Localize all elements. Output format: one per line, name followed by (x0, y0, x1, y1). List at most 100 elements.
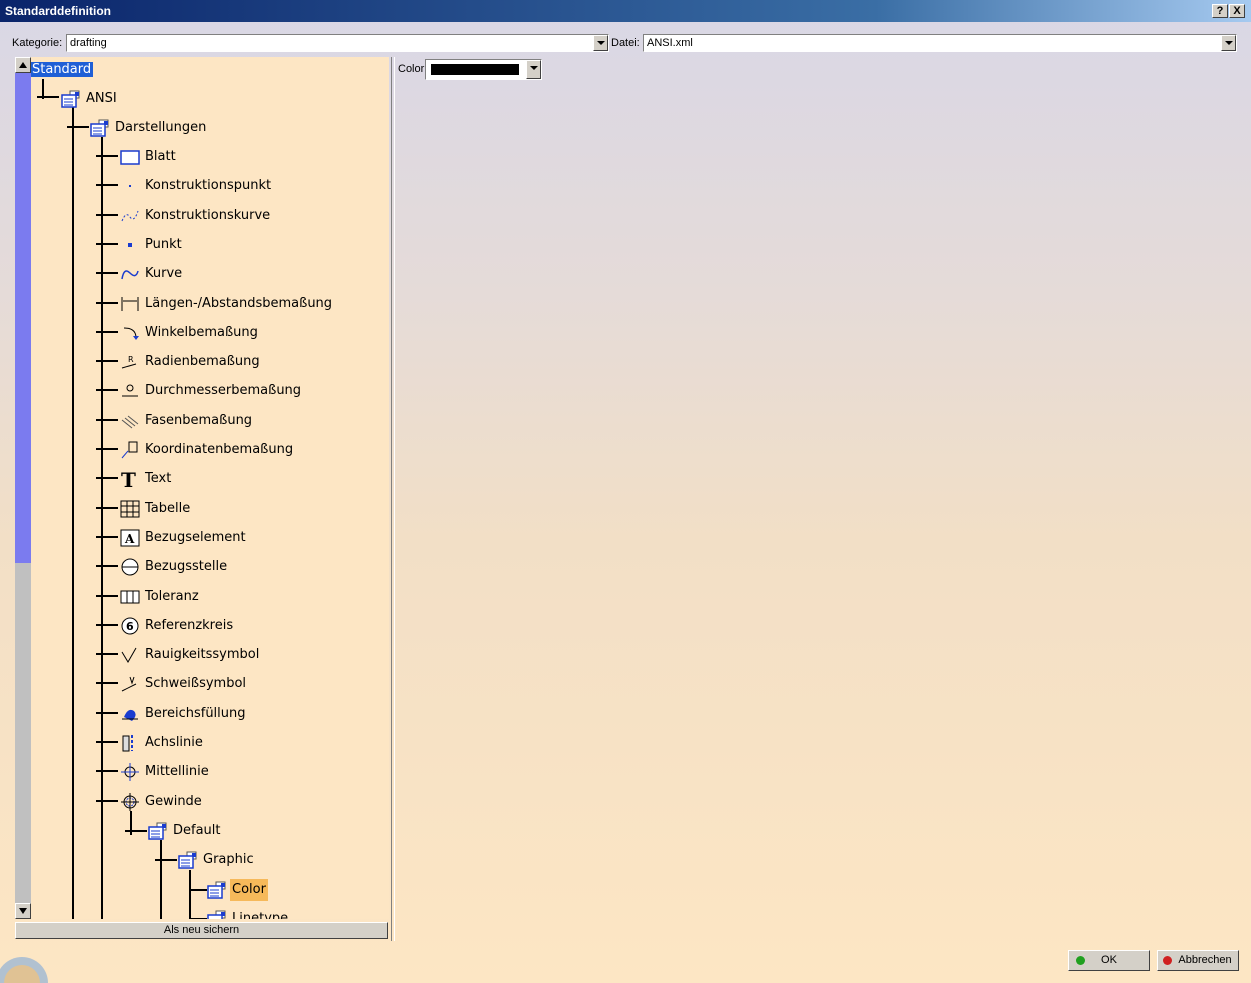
expand-icon[interactable] (96, 591, 108, 600)
text-icon: T (121, 470, 136, 488)
area-fill-icon (122, 709, 138, 721)
tree-node-label: Konstruktionspunkt (145, 178, 272, 194)
expand-icon[interactable] (96, 415, 108, 424)
tree-connector (108, 682, 118, 685)
collapse-icon[interactable] (155, 856, 167, 864)
tree-node-standard[interactable]: Standard (30, 59, 94, 81)
standard-tree[interactable]: Standard ANSI Darstellungen Default Grap… (15, 57, 389, 919)
tolerance-icon (120, 590, 140, 603)
datei-dropdown-icon[interactable] (1221, 35, 1236, 51)
datum-target-icon (121, 558, 139, 576)
color-dropdown-icon[interactable] (526, 60, 541, 79)
cancel-button[interactable]: Abbrechen (1157, 950, 1239, 971)
kategorie-dropdown-icon[interactable] (593, 35, 608, 51)
tree-node-label: Referenzkreis (145, 617, 234, 633)
save-as-new-button[interactable]: Als neu sichern (15, 922, 388, 939)
tree-connector (108, 711, 118, 714)
construction-curve-icon (121, 210, 139, 221)
tree-connector (108, 448, 118, 450)
point-icon (128, 242, 132, 247)
tree-node-label: Punkt (145, 236, 182, 252)
expand-icon[interactable] (96, 767, 108, 776)
expand-icon[interactable] (96, 738, 108, 746)
ok-button[interactable]: OK (1068, 950, 1150, 971)
tree-node-label: Blatt (145, 149, 176, 164)
tree-connector (137, 830, 147, 832)
expand-icon[interactable] (96, 327, 108, 336)
tree-connector (108, 242, 118, 245)
tree-connector (108, 301, 118, 304)
expand-icon[interactable] (96, 532, 108, 541)
tree-connector (108, 360, 118, 363)
tree-connector (160, 840, 162, 919)
expand-icon[interactable] (96, 269, 108, 278)
help-button[interactable]: ? (1212, 4, 1228, 18)
tree-node-label: Bezugsstelle (145, 559, 228, 575)
expand-icon[interactable] (96, 181, 108, 190)
tree-node-label: Gewinde (145, 793, 202, 809)
tree-node-label: Text (145, 471, 172, 487)
tree-node-linetype-label: Linetype (232, 911, 289, 919)
folder-standard-icon (178, 851, 197, 869)
tree-node-darstellungen-label: Darstellungen (115, 120, 207, 135)
catia-logo-icon (0, 957, 48, 983)
expand-icon[interactable] (96, 708, 108, 717)
expand-icon[interactable] (96, 474, 108, 483)
expand-icon[interactable] (96, 620, 108, 629)
svg-text:6: 6 (126, 620, 134, 633)
expand-icon[interactable] (96, 650, 108, 659)
expand-icon[interactable] (96, 562, 108, 571)
expand-icon[interactable] (96, 239, 108, 248)
tree-connector (108, 770, 118, 773)
expand-icon[interactable] (96, 679, 108, 688)
collapse-icon[interactable] (125, 827, 137, 835)
chamfer-dimension-icon (121, 415, 139, 429)
tree-connector (108, 155, 118, 157)
tree-connector (49, 96, 59, 98)
expand-icon[interactable] (96, 298, 108, 307)
expand-icon[interactable] (96, 386, 108, 395)
expand-icon[interactable] (96, 210, 108, 219)
kategorie-combo[interactable]: drafting (66, 34, 609, 52)
tree-connector (108, 184, 118, 187)
radius-dimension-icon: R (121, 355, 137, 369)
length-dimension-icon (121, 296, 139, 311)
tree-node-label: Durchmesserbemaßung (145, 383, 302, 399)
svg-text:A: A (124, 532, 135, 546)
axis-line-icon (122, 735, 133, 752)
tree-scrollbar[interactable] (15, 57, 31, 919)
color-swatch (431, 64, 519, 75)
weld-symbol-icon (121, 677, 137, 692)
close-button[interactable]: X (1229, 4, 1245, 18)
table-icon (120, 500, 140, 518)
tree-connector (191, 889, 207, 891)
cancel-button-label: Abbrechen (1178, 954, 1232, 966)
expand-icon[interactable] (96, 357, 108, 366)
expand-icon[interactable] (96, 445, 108, 453)
collapse-icon[interactable] (67, 123, 79, 131)
color-label: Color (398, 63, 425, 75)
scroll-up-icon[interactable] (15, 57, 31, 73)
tree-node-label: Achslinie (145, 735, 203, 750)
ok-button-label: OK (1101, 954, 1117, 966)
expand-icon[interactable] (96, 503, 108, 512)
tree-connector (108, 535, 118, 538)
expand-icon[interactable] (96, 152, 108, 160)
scroll-thumb[interactable] (15, 73, 31, 563)
datei-combo[interactable]: ANSI.xml (643, 34, 1237, 52)
color-combo[interactable] (425, 59, 542, 80)
tree-node-label: Konstruktionskurve (145, 207, 271, 223)
tree-connector (79, 126, 89, 128)
datei-label: Datei: (611, 37, 640, 49)
coordinate-dimension-icon (121, 441, 138, 459)
folder-standard-icon (207, 910, 226, 919)
tree-node-graphic-label: Graphic (203, 852, 254, 867)
tree-node-standard-label[interactable]: Standard (30, 62, 94, 77)
folder-standard-icon (148, 822, 167, 840)
collapse-icon[interactable] (37, 93, 49, 101)
pane-divider[interactable] (391, 57, 395, 941)
tree-node-default-label: Default (173, 823, 221, 838)
window-title: Standarddefinition (5, 4, 111, 18)
collapse-icon[interactable] (96, 797, 108, 805)
scroll-down-icon[interactable] (15, 903, 31, 919)
